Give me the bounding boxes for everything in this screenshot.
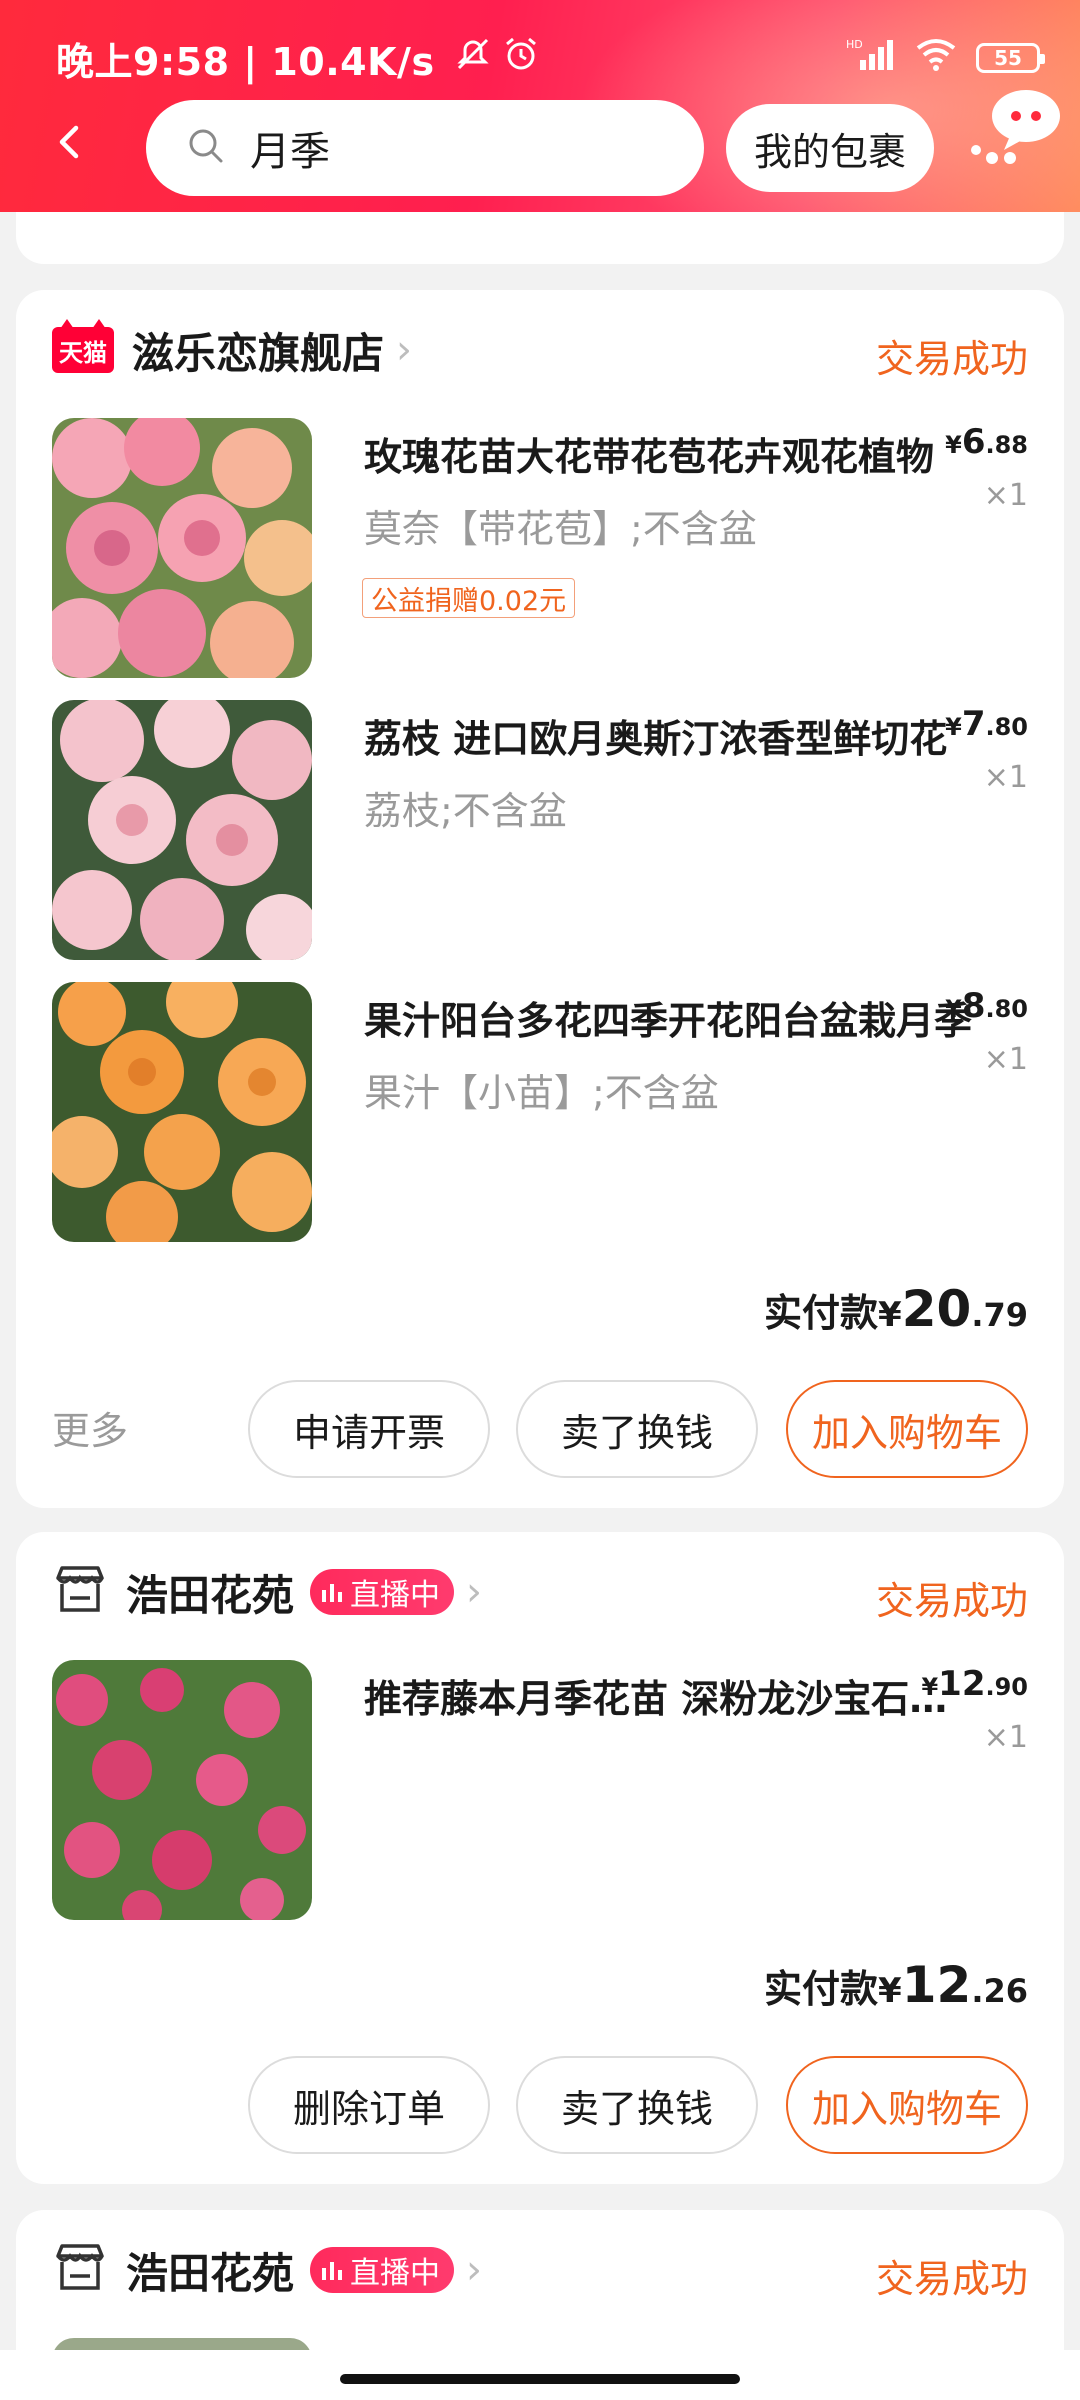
product-price: ¥12.90 [921,1664,1028,1704]
live-label: 直播中 [350,2256,441,2291]
add-to-cart-button[interactable]: 加入购物车 [786,1380,1028,1478]
message-icon[interactable] [970,86,1066,166]
status-time: 晚上9:58 | 10.4K/s [56,39,435,84]
live-badge: 直播中 [310,1569,455,1615]
svg-text:HD: HD [846,38,863,51]
product-quantity: ×1 [983,760,1028,795]
my-packages-button[interactable]: 我的包裹 [726,104,934,192]
add-to-cart-button[interactable]: 加入购物车 [786,2056,1028,2154]
charity-tag: 公益捐赠0.02元 [362,578,576,618]
order-status: 交易成功 [875,1579,1028,1623]
more-link[interactable]: 更多 [52,1400,128,1455]
search-icon [186,126,226,170]
status-bar: 晚上9:58 | 10.4K/s HD 55 [56,28,1045,88]
product-price: ¥6.88 [945,422,1028,462]
live-label: 直播中 [350,1578,441,1613]
order-item[interactable]: 推荐藤本月季花苗 深粉龙沙宝石爬藤 ¥12.90 ×1 [52,1660,1028,1922]
back-arrow-icon[interactable] [50,122,90,162]
product-sku: 莫奈【带花苞】;不含盆 [364,507,757,551]
chevron-right-icon: › [466,1569,483,1615]
shop-icon [52,1564,108,1620]
paid-amount: 实付款 ¥20.79 [764,1280,1028,1338]
alarm-icon [501,34,541,83]
product-title: 荔枝 进口欧月奥斯汀浓香型鲜切花 [364,717,948,761]
shop-name: 浩田花苑 [126,2248,295,2298]
order-card: 浩田花苑 直播中 › 交易成功 推荐藤本月季花苗 深粉龙沙宝石爬藤 ¥12.90… [16,1532,1064,2184]
sell-button[interactable]: 卖了换钱 [516,1380,758,1478]
product-price: ¥7.80 [945,704,1028,744]
shop-header[interactable]: 浩田花苑 直播中 › [52,2240,482,2300]
order-item[interactable]: 果汁阳台多花四季开花阳台盆栽月季 果汁【小苗】;不含盆 ¥8.80 ×1 [52,982,1028,1244]
battery-icon: 55 [976,43,1045,73]
product-title: 玫瑰花苗大花带花苞花卉观花植物 [364,435,935,479]
product-image [52,700,312,960]
shop-header[interactable]: 天猫 滋乐恋旗舰店 › [52,319,413,380]
wifi-icon [914,36,958,81]
live-bars-icon [322,1584,343,1602]
tmall-badge: 天猫 [52,319,114,373]
product-quantity: ×1 [983,478,1028,513]
order-item[interactable]: 荔枝 进口欧月奥斯汀浓香型鲜切花 荔枝;不含盆 ¥7.80 ×1 [52,700,1028,962]
live-bars-icon [322,2262,343,2280]
paid-amount: 实付款 ¥12.26 [764,1956,1028,2014]
product-title: 推荐藤本月季花苗 深粉龙沙宝石爬藤 [364,1677,974,1721]
shop-header[interactable]: 浩田花苑 直播中 › [52,1562,482,1622]
product-title: 果汁阳台多花四季开花阳台盆栽月季 [364,999,973,1043]
chevron-right-icon: › [466,2247,483,2293]
mute-icon [453,34,493,83]
order-card: 天猫 滋乐恋旗舰店 › 交易成功 玫瑰花苗大花带花苞花卉观花植物 莫奈【带花苞】… [16,290,1064,1508]
chevron-right-icon: › [396,327,413,373]
order-status: 交易成功 [875,2257,1028,2301]
shop-name: 滋乐恋旗舰店 [132,328,385,378]
shop-icon [52,2242,108,2298]
product-quantity: ×1 [983,1042,1028,1077]
live-badge: 直播中 [310,2247,455,2293]
request-invoice-button[interactable]: 申请开票 [248,1380,490,1478]
product-image [52,982,312,1242]
product-image [52,1660,312,1920]
delete-order-button[interactable]: 删除订单 [248,2056,490,2154]
top-header: 晚上9:58 | 10.4K/s HD 55 月季 我的包裹 [0,0,1080,212]
home-indicator[interactable] [340,2374,740,2384]
signal-icon: HD [846,36,896,81]
order-status: 交易成功 [875,337,1028,381]
product-image [52,418,312,678]
order-item[interactable]: 玫瑰花苗大花带花苞花卉观花植物 莫奈【带花苞】;不含盆 公益捐赠0.02元 ¥6… [52,418,1028,680]
search-input[interactable]: 月季 [146,100,704,196]
shop-name: 浩田花苑 [126,1570,295,1620]
product-price: ¥8.80 [945,986,1028,1026]
product-quantity: ×1 [983,1720,1028,1755]
product-sku: 荔枝;不含盆 [364,789,567,833]
product-sku: 果汁【小苗】;不含盆 [364,1071,719,1115]
sell-button[interactable]: 卖了换钱 [516,2056,758,2154]
search-query: 月季 [250,129,330,175]
